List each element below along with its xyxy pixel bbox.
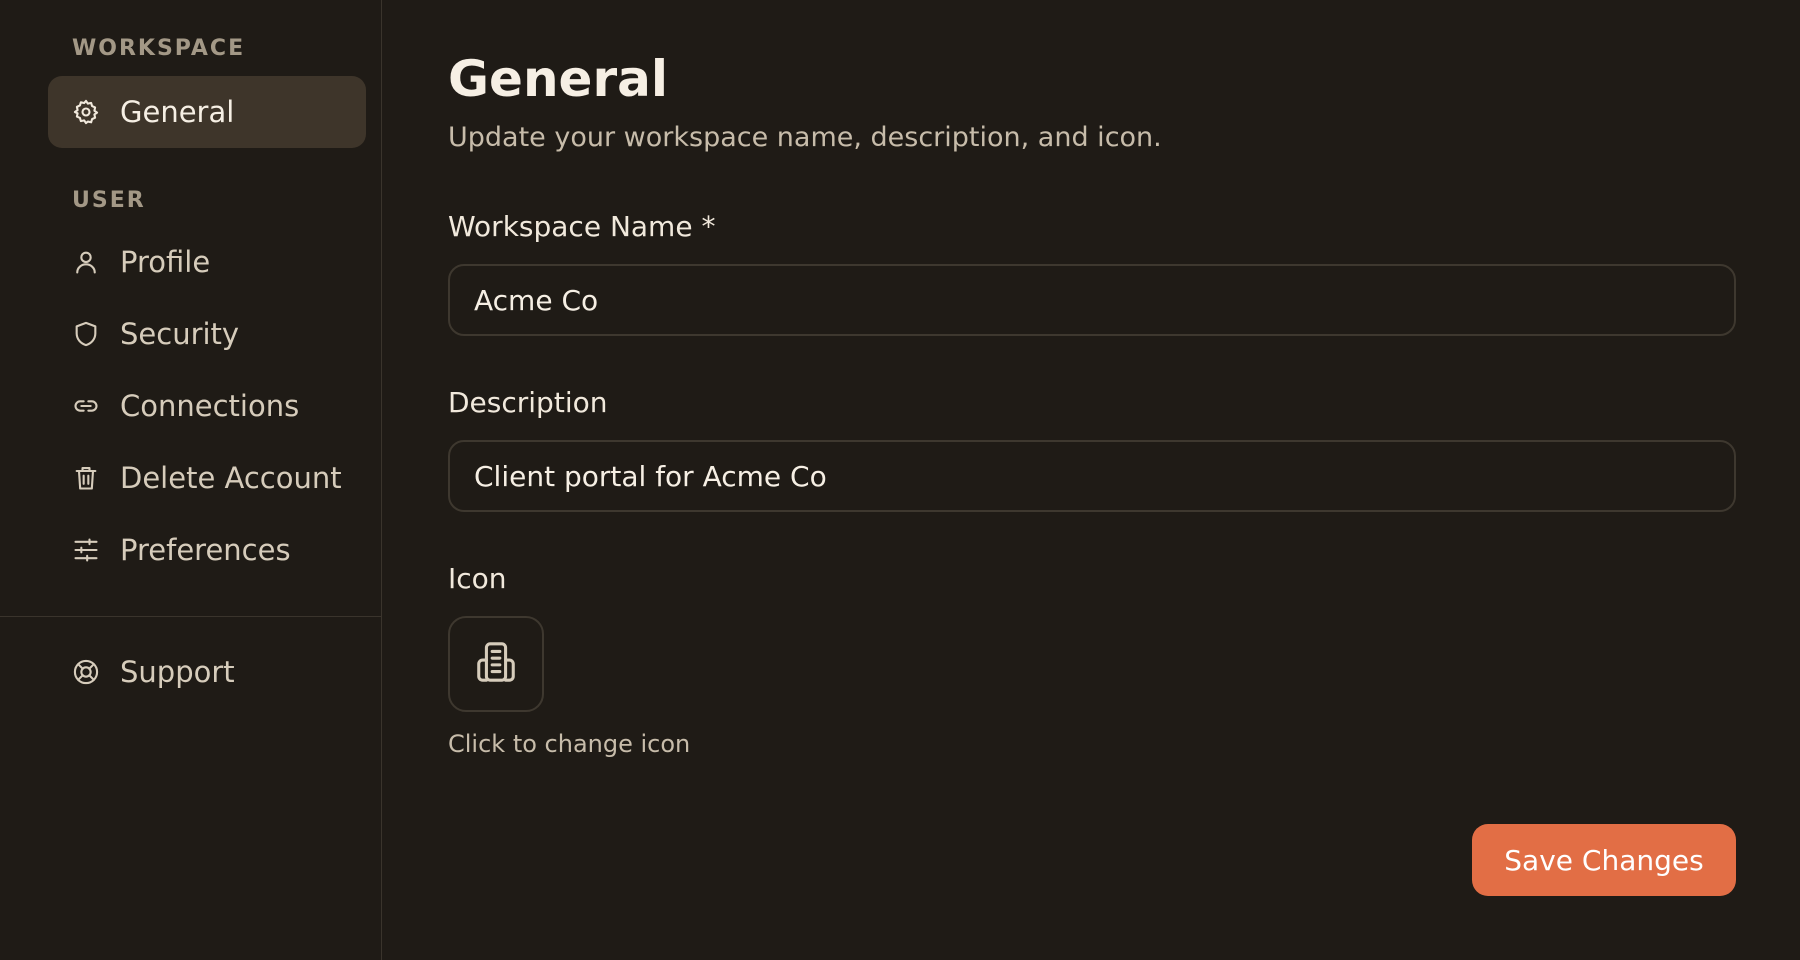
sidebar-item-label: Profile: [120, 245, 211, 279]
settings-sidebar: WORKSPACE General USER Profile Security: [0, 0, 382, 960]
workspace-name-label: Workspace Name *: [448, 210, 716, 243]
section-label-workspace: WORKSPACE: [72, 36, 246, 61]
sidebar-item-preferences[interactable]: Preferences: [48, 514, 366, 586]
sidebar-item-general[interactable]: General: [48, 76, 366, 148]
building-icon: [473, 639, 519, 689]
sidebar-item-security[interactable]: Security: [48, 298, 366, 370]
description-label: Description: [448, 386, 608, 419]
page-title: General: [448, 50, 668, 108]
sidebar-item-label: General: [120, 95, 235, 129]
sidebar-divider: [0, 616, 382, 617]
gear-icon: [72, 98, 100, 126]
user-icon: [72, 248, 100, 276]
sidebar-item-connections[interactable]: Connections: [48, 370, 366, 442]
icon-label: Icon: [448, 562, 507, 595]
sidebar-item-label: Support: [120, 655, 235, 689]
icon-picker-button[interactable]: [448, 616, 544, 712]
icon-hint: Click to change icon: [448, 730, 691, 758]
shield-icon: [72, 320, 100, 348]
save-changes-button[interactable]: Save Changes: [1472, 824, 1736, 896]
lifebuoy-icon: [72, 658, 100, 686]
link-icon: [72, 392, 100, 420]
sliders-icon: [72, 536, 100, 564]
trash-icon: [72, 464, 100, 492]
sidebar-item-delete-account[interactable]: Delete Account: [48, 442, 366, 514]
sidebar-item-profile[interactable]: Profile: [48, 226, 366, 298]
sidebar-item-label: Security: [120, 317, 240, 351]
section-label-user: USER: [72, 188, 146, 213]
sidebar-item-support[interactable]: Support: [48, 636, 366, 708]
sidebar-item-label: Delete Account: [120, 461, 342, 495]
workspace-name-input[interactable]: [448, 264, 1736, 336]
sidebar-item-label: Connections: [120, 389, 300, 423]
page-subtitle: Update your workspace name, description,…: [448, 122, 1162, 153]
sidebar-item-label: Preferences: [120, 533, 291, 567]
description-input[interactable]: [448, 440, 1736, 512]
